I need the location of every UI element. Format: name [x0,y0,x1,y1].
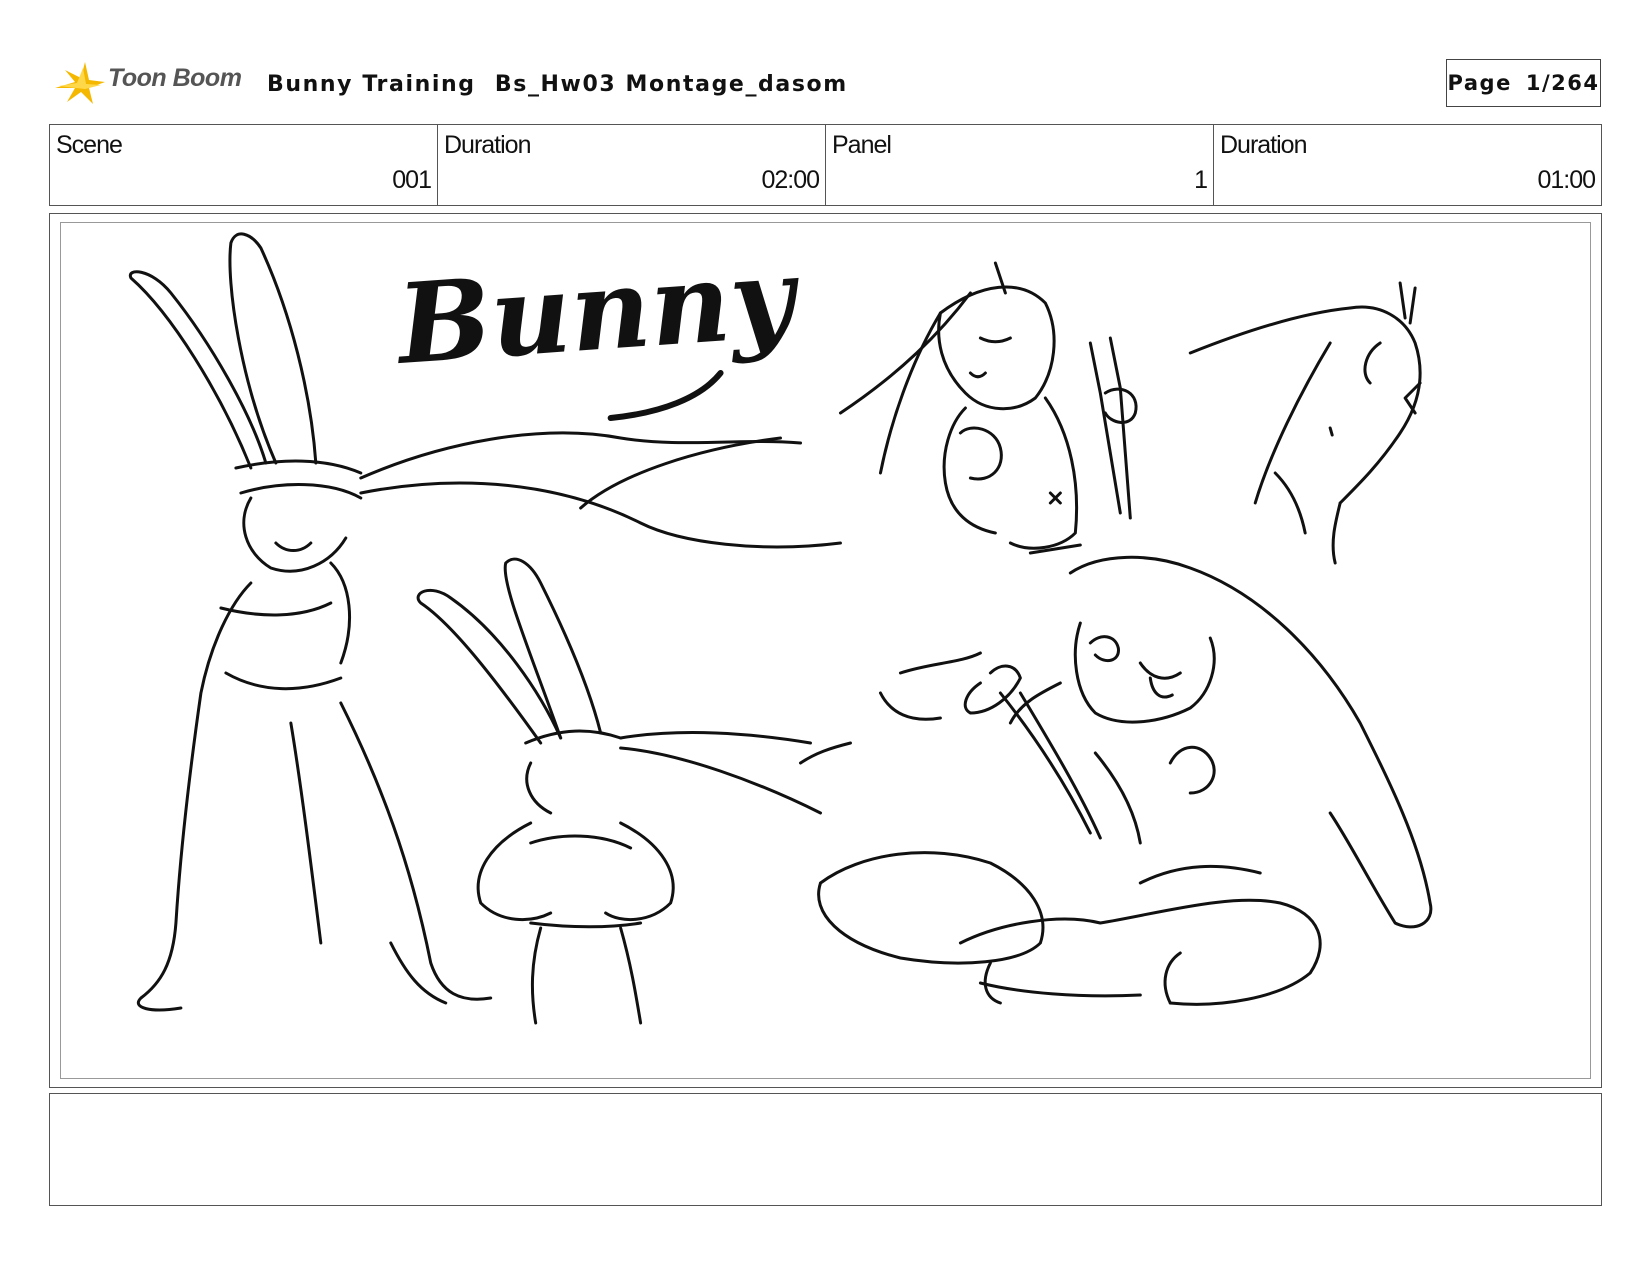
document-title: Bunny Training Bs_Hw03 Montage_dasom [267,72,848,97]
worried-bunny-sketch [838,261,1138,555]
scene-cell: Scene 001 [50,125,438,205]
bunny-sketch: Bunny [128,232,1433,1025]
panel-duration-label: Duration [1220,131,1307,159]
panel-notes-box[interactable] [49,1093,1602,1206]
scene-label: Scene [56,131,123,159]
toon-boom-star-icon [55,62,105,104]
scene-duration-value: 02:00 [761,166,820,194]
page-value: 1/264 [1525,71,1600,95]
panel-info-row: Scene 001 Duration 02:00 Panel 1 Duratio… [49,124,1602,206]
sitting-bunny-sketch [817,555,1433,1006]
scene-duration-cell: Duration 02:00 [438,125,826,205]
storyboard-panel: Bunny [49,213,1602,1088]
panel-duration-value: 01:00 [1537,166,1596,194]
page-label: Page [1447,71,1512,95]
panel-cell: Panel 1 [826,125,1214,205]
sketch-title: Bunny [391,232,806,389]
logo-text: Toon Boom [108,64,242,92]
scene-duration-label: Duration [444,131,531,159]
page-indicator: Page 1/264 [1446,59,1601,107]
toon-boom-logo: Toon Boom [53,58,253,108]
panel-value: 1 [1194,166,1208,194]
panel-duration-cell: Duration 01:00 [1214,125,1601,205]
project-title: Bunny Training [267,72,476,97]
panel-label: Panel [832,131,892,159]
panel-drawing-area: Bunny [60,222,1591,1079]
scene-value: 001 [392,166,432,194]
profile-bunny-sketch [1188,281,1422,565]
title-underline [607,370,724,421]
flexing-bunny-sketch [416,557,852,1025]
sequence-title: Bs_Hw03 Montage_dasom [494,72,848,97]
